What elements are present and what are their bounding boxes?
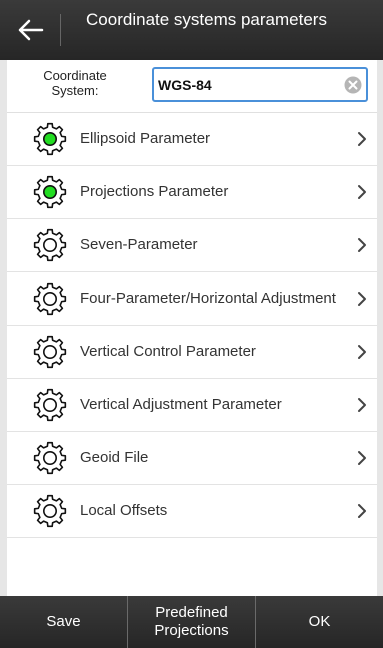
gear-icon xyxy=(33,175,67,209)
menu-item-label: Local Offsets xyxy=(80,502,168,519)
clear-icon[interactable] xyxy=(344,76,362,94)
menu-item[interactable]: Vertical Adjustment Parameter xyxy=(7,379,377,432)
header-divider xyxy=(60,14,61,46)
predefined-projections-button[interactable]: Predefined Projections xyxy=(127,596,255,648)
menu-item-label: Vertical Control Parameter xyxy=(80,343,256,360)
back-button[interactable] xyxy=(8,10,52,50)
chevron-right-icon xyxy=(358,398,366,412)
menu-item-label: Geoid File xyxy=(80,449,149,466)
gear-icon xyxy=(33,282,67,315)
ok-button[interactable]: OK xyxy=(255,596,383,648)
title-bar: Coordinate systems parameters xyxy=(0,0,383,60)
gear-icon xyxy=(33,228,67,262)
gear-icon xyxy=(33,494,67,528)
chevron-right-icon xyxy=(358,504,366,518)
bottom-toolbar: Save Predefined Projections OK xyxy=(0,596,383,648)
menu-item-label: Seven-Parameter xyxy=(80,236,198,253)
menu-item[interactable]: Four-Parameter/Horizontal Adjustment xyxy=(7,272,377,326)
chevron-right-icon xyxy=(358,238,366,252)
menu-item-label: Vertical Adjustment Parameter xyxy=(80,396,282,413)
chevron-right-icon xyxy=(358,132,366,146)
menu-item[interactable]: Seven-Parameter xyxy=(7,219,377,272)
back-arrow-icon[interactable] xyxy=(16,18,44,42)
gear-icon xyxy=(33,388,67,422)
coordinate-system-input[interactable]: WGS-84 xyxy=(152,67,368,102)
save-button[interactable]: Save xyxy=(0,596,127,648)
page-title: Coordinate systems parameters xyxy=(86,10,327,29)
menu-item-label: Ellipsoid Parameter xyxy=(80,130,211,147)
main-content: Coordinate System: WGS-84 Ellipsoid Para… xyxy=(7,60,377,596)
menu-item-label: Four-Parameter/Horizontal Adjustment xyxy=(80,289,336,307)
parameter-menu: Ellipsoid Parameter Projections Parameter… xyxy=(7,113,377,538)
menu-item[interactable]: Ellipsoid Parameter xyxy=(7,113,377,166)
menu-item-label: Projections Parameter xyxy=(80,183,229,200)
menu-item[interactable]: Projections Parameter xyxy=(7,166,377,219)
gear-icon xyxy=(33,122,67,156)
chevron-right-icon xyxy=(358,451,366,465)
chevron-right-icon xyxy=(358,185,366,199)
gear-icon xyxy=(33,441,67,475)
menu-item[interactable]: Local Offsets xyxy=(7,485,377,538)
menu-item[interactable]: Geoid File xyxy=(7,432,377,485)
chevron-right-icon xyxy=(358,345,366,359)
coordinate-system-value[interactable]: WGS-84 xyxy=(158,77,212,93)
coordinate-system-label: Coordinate System: xyxy=(43,68,107,98)
chevron-right-icon xyxy=(358,291,366,306)
gear-icon xyxy=(33,335,67,369)
menu-item[interactable]: Vertical Control Parameter xyxy=(7,326,377,379)
coordinate-system-row: Coordinate System: WGS-84 xyxy=(7,60,377,113)
